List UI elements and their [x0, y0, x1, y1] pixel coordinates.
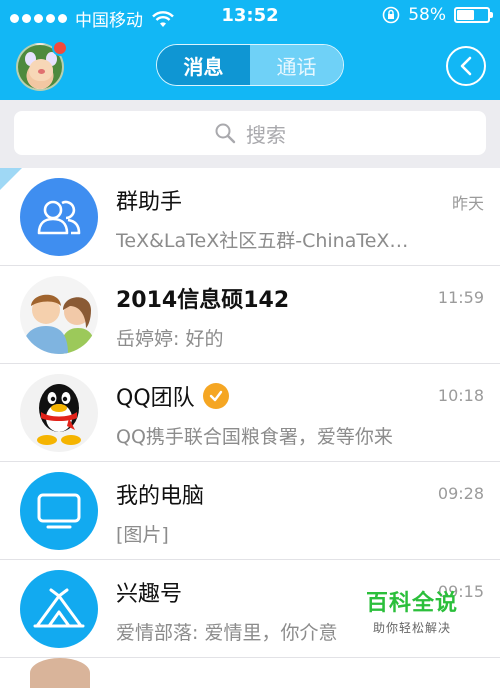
watermark: 百科全说 助你轻松解决	[366, 585, 458, 636]
group-avatar	[20, 276, 98, 354]
conversation-preview: TeX&LaTeX社区五群-ChinaTeX…	[116, 230, 409, 252]
conversation-preview: QQ携手联合国粮食署，爱等你来	[116, 426, 393, 448]
watermark-title: 百科全说	[365, 591, 458, 616]
next-conversation-avatar	[30, 658, 90, 688]
battery-percentage: 58%	[408, 5, 446, 25]
conversation-title: 2014信息硕142	[116, 288, 290, 313]
rotation-lock-icon	[382, 6, 400, 24]
group-assistant-icon	[20, 178, 98, 256]
search-icon	[215, 123, 236, 144]
watermark-subtitle: 助你轻松解决	[372, 621, 451, 635]
conversation-time: 昨天	[451, 194, 484, 213]
conversation-row[interactable]: 群助手 昨天 TeX&LaTeX社区五群-ChinaTeX…	[0, 168, 500, 266]
monitor-icon	[20, 472, 98, 550]
search-placeholder: 搜索	[246, 122, 286, 147]
conversation-preview: 爱情部落: 爱情里，你介意	[116, 622, 338, 644]
conversation-preview: 岳婷婷: 好的	[116, 328, 224, 350]
battery-icon	[454, 7, 493, 23]
conversation-title-wrap: QQ团队	[116, 380, 229, 412]
search-area: 搜索	[0, 100, 500, 168]
conversation-title: QQ团队	[116, 386, 195, 411]
chevron-left-icon	[460, 56, 472, 76]
message-call-switch: 消息 通话	[156, 44, 344, 86]
notification-dot	[52, 40, 68, 56]
search-input[interactable]: 搜索	[14, 111, 486, 155]
back-button[interactable]	[446, 46, 486, 86]
conversation-preview: [图片]	[116, 524, 169, 546]
tent-icon	[20, 570, 98, 648]
conversation-title: 群助手	[116, 190, 183, 215]
conversation-time: 09:28	[437, 484, 484, 503]
conversation-row[interactable]: QQ团队 10:18 QQ携手联合国粮食署，爱等你来	[0, 364, 500, 462]
conversation-time: 11:59	[437, 288, 484, 307]
status-bar: 中国移动 13:52 58%	[0, 0, 500, 34]
conversation-row[interactable]: 我的电脑 09:28 [图片]	[0, 462, 500, 560]
conversation-title: 兴趣号	[116, 582, 183, 607]
conversation-time: 10:18	[437, 386, 484, 405]
top-bar: 中国移动 13:52 58% 消息 通话	[0, 0, 500, 100]
verified-badge-icon	[202, 383, 229, 409]
tab-calls[interactable]: 通话	[250, 45, 343, 85]
conversation-title: 我的电脑	[116, 484, 205, 509]
penguin-icon	[20, 374, 98, 452]
conversation-row[interactable]: 2014信息硕142 11:59 岳婷婷: 好的	[0, 266, 500, 364]
tab-messages[interactable]: 消息	[157, 45, 250, 85]
